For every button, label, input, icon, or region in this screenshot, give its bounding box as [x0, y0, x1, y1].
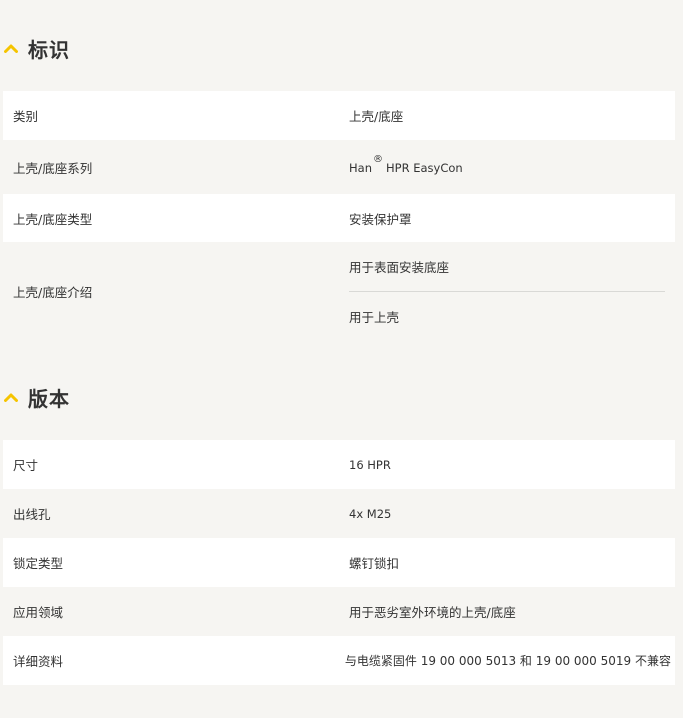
product-details-page: 标识 类别 上壳/底座 上壳/底座系列 Han®HPR EasyCon 上壳/底…	[0, 0, 683, 718]
table-row: 应用领域 用于恶劣室外环境的上壳/底座	[3, 587, 675, 636]
row-value-text: 安装保护罩	[349, 211, 412, 227]
section-title-identification: 标识	[28, 37, 70, 62]
row-value: 用于恶劣室外环境的上壳/底座	[339, 587, 675, 636]
row-label: 上壳/底座介绍	[13, 285, 93, 300]
row-value: 16 HPR	[339, 440, 675, 489]
row-value: 安装保护罩	[339, 194, 675, 242]
row-label: 上壳/底座系列	[13, 160, 93, 176]
row-label: 尺寸	[13, 458, 39, 473]
row-label: 应用领域	[13, 605, 64, 620]
identification-table: 类别 上壳/底座 上壳/底座系列 Han®HPR EasyCon 上壳/底座类型…	[3, 91, 675, 341]
row-label: 锁定类型	[13, 556, 64, 571]
chevron-up-icon	[3, 391, 19, 403]
section-header-identification[interactable]: 标识	[0, 33, 70, 63]
table-row: 尺寸 16 HPR	[3, 440, 675, 489]
row-value: 4x M25	[339, 489, 675, 538]
series-name: Han	[349, 160, 372, 175]
row-value-line: 用于表面安装底座	[349, 260, 450, 275]
table-row: 出线孔 4x M25	[3, 489, 675, 538]
table-row: 类别 上壳/底座	[3, 91, 675, 140]
registered-mark: ®	[372, 154, 383, 166]
row-label: 出线孔	[13, 507, 51, 522]
row-value: Han®HPR EasyCon	[339, 140, 675, 194]
row-value: 用于表面安装底座 用于上壳	[339, 242, 675, 341]
row-value: 上壳/底座	[339, 91, 675, 140]
row-value-text: 用于恶劣室外环境的上壳/底座	[349, 605, 516, 620]
row-value-text: 上壳/底座	[349, 109, 404, 124]
row-value-text: Han®HPR EasyCon	[349, 154, 665, 175]
row-value-text: 螺钉锁扣	[349, 556, 400, 571]
version-table: 尺寸 16 HPR 出线孔 4x M25 锁定类型 螺钉锁扣 应用领域 用于恶劣…	[3, 440, 675, 685]
section-title-version: 版本	[28, 386, 70, 411]
row-value-text: 4x M25	[349, 506, 392, 521]
row-label: 类别	[13, 109, 39, 124]
table-row: 锁定类型 螺钉锁扣	[3, 538, 675, 587]
row-value-text: 与电缆紧固件 19 00 000 5013 和 19 00 000 5019 不…	[344, 654, 671, 668]
row-value: 螺钉锁扣	[339, 538, 675, 587]
chevron-up-icon	[3, 42, 19, 54]
series-suffix: HPR EasyCon	[385, 160, 463, 175]
table-row: 详细资料 与电缆紧固件 19 00 000 5013 和 19 00 000 5…	[3, 636, 675, 685]
table-row: 上壳/底座介绍 用于表面安装底座 用于上壳	[3, 242, 675, 341]
table-row: 上壳/底座系列 Han®HPR EasyCon	[3, 140, 675, 194]
row-value: 与电缆紧固件 19 00 000 5013 和 19 00 000 5019 不…	[335, 636, 675, 685]
section-header-version[interactable]: 版本	[0, 382, 70, 412]
row-label: 详细资料	[13, 654, 64, 669]
table-row: 上壳/底座类型 安装保护罩	[3, 194, 675, 242]
row-value-text: 16 HPR	[349, 457, 391, 472]
row-label: 上壳/底座类型	[13, 211, 93, 227]
row-value-line: 用于上壳	[349, 291, 665, 341]
